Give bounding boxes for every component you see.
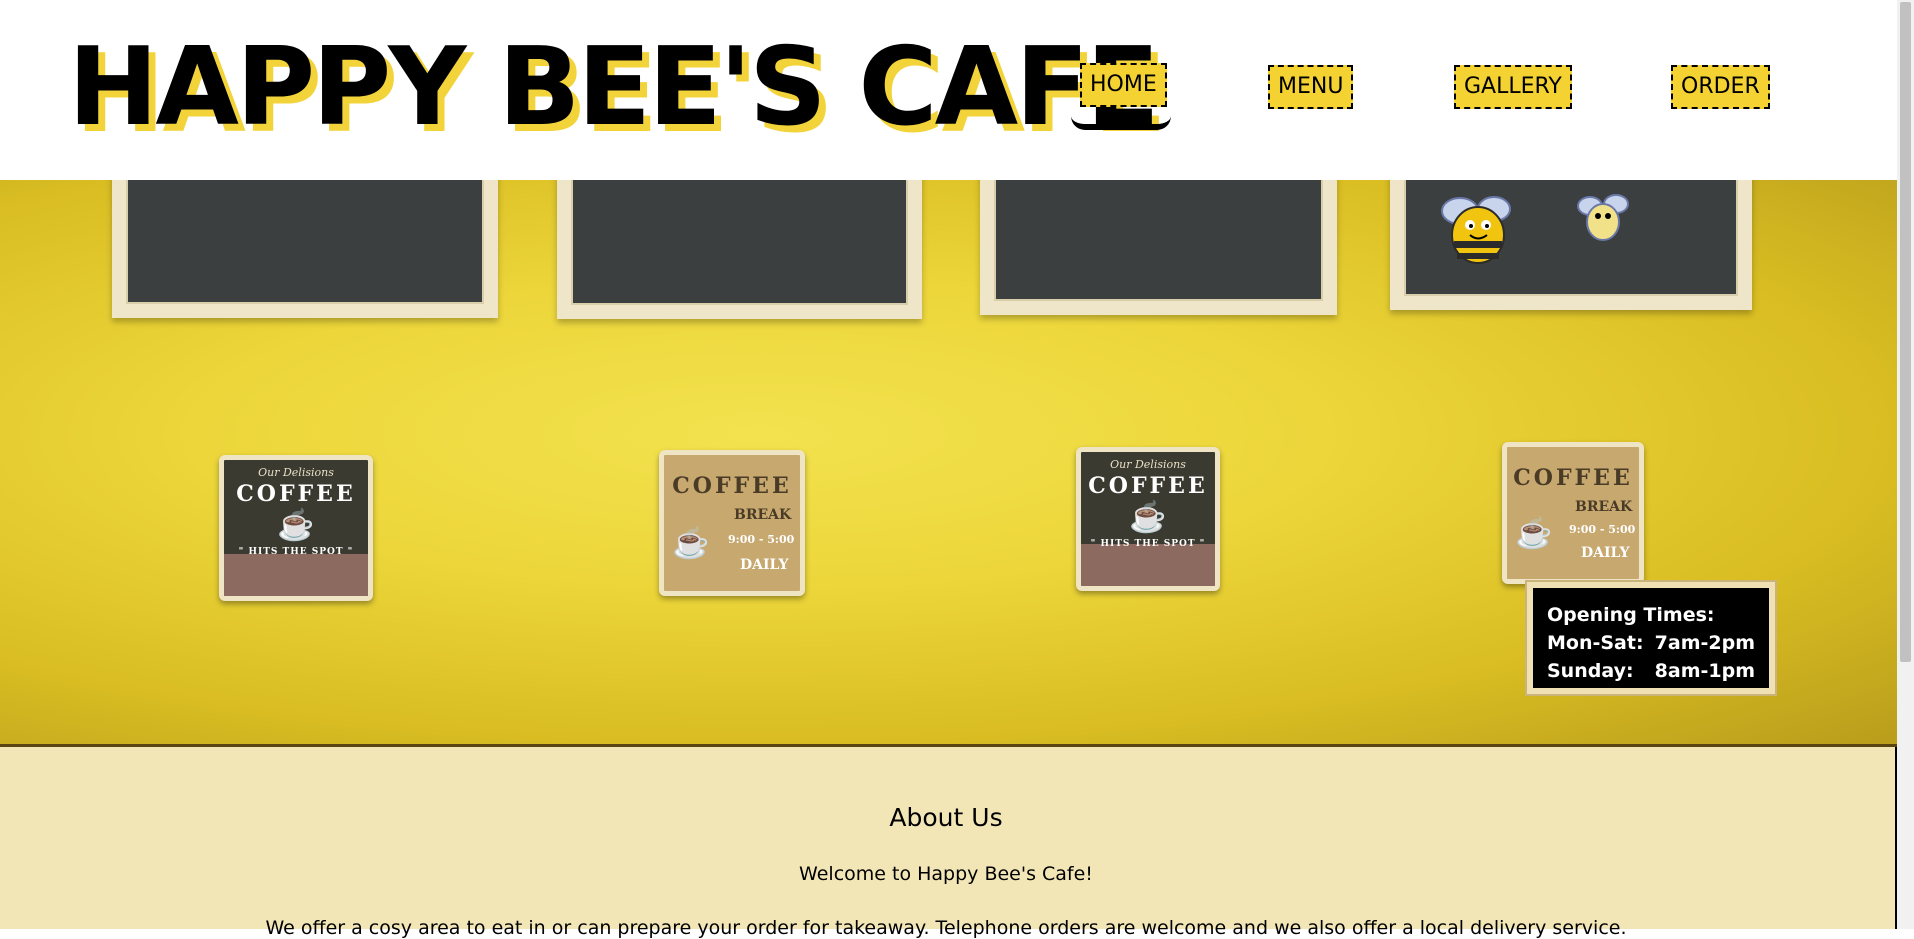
opening-times-row: Mon-Sat: 7am-2pm xyxy=(1547,630,1755,656)
nav-menu[interactable]: MENU xyxy=(1268,65,1354,109)
opening-hours: 7am-2pm xyxy=(1654,632,1755,654)
bee-sticker-icon xyxy=(1441,196,1511,264)
sign-top-text: Our Delisions xyxy=(258,466,334,479)
about-welcome: Welcome to Happy Bee's Cafe! xyxy=(799,863,1093,885)
opening-times-box: Opening Times: Mon-Sat: 7am-2pm Sunday: … xyxy=(1527,582,1775,694)
coffee-cup-icon: ☕ xyxy=(1515,516,1553,551)
sign-footer: " HITS THE SPOT " xyxy=(238,547,354,557)
sign-line: DAILY xyxy=(1581,545,1630,561)
coffee-cup-icon: ☕ xyxy=(672,526,710,561)
coffee-cup-icon: ☕ xyxy=(277,508,315,543)
about-description: We offer a cosy area to eat in or can pr… xyxy=(265,917,1627,939)
sign-line: DAILY xyxy=(740,557,789,573)
sign-line: BREAK xyxy=(734,507,792,523)
sign-bottom-band xyxy=(224,554,368,596)
chalkboard xyxy=(980,180,1337,315)
opening-days: Mon-Sat: xyxy=(1547,632,1644,654)
opening-hours: 8am-1pm xyxy=(1654,660,1755,682)
nav-home[interactable]: HOME xyxy=(1080,63,1167,107)
coffee-break-sign: COFFEE BREAK ☕ 9:00 - 5:00 DAILY xyxy=(659,450,805,596)
about-heading: About Us xyxy=(889,803,1003,832)
site-logo[interactable]: HAPPY BEE'S CAFE xyxy=(68,28,1160,148)
sign-top-text: Our Delisions xyxy=(1110,458,1186,471)
nav-gallery[interactable]: GALLERY xyxy=(1454,65,1572,109)
sign-line: BREAK xyxy=(1575,499,1633,515)
sign-footer: " HITS THE SPOT " xyxy=(1090,539,1206,549)
sign-hours: 9:00 - 5:00 xyxy=(728,533,795,546)
sign-title: COFFEE xyxy=(672,473,792,499)
opening-times-row: Sunday: 8am-1pm xyxy=(1547,658,1755,684)
opening-times-heading: Opening Times: xyxy=(1547,604,1715,626)
sign-title: COFFEE xyxy=(236,481,356,507)
coffee-cup-icon: ☕ xyxy=(1129,500,1167,535)
about-section: About Us Welcome to Happy Bee's Cafe! We… xyxy=(0,747,1897,939)
nav-order[interactable]: ORDER xyxy=(1671,65,1770,109)
chalkboard xyxy=(557,180,922,319)
coffee-sign: Our Delisions COFFEE ☕ " HITS THE SPOT " xyxy=(219,455,373,601)
bee-sticker-small-icon xyxy=(1577,194,1629,241)
page-scrollbar[interactable] xyxy=(1897,0,1914,929)
site-header: HAPPY BEE'S CAFE HOME MENU GALLERY ORDER xyxy=(0,0,1897,180)
opening-days: Sunday: xyxy=(1547,660,1634,682)
coffee-sign: Our Delisions COFFEE ☕ " HITS THE SPOT " xyxy=(1076,447,1220,591)
chalkboard xyxy=(112,180,498,318)
sign-title: COFFEE xyxy=(1088,473,1208,499)
nav-active-indicator xyxy=(1071,112,1171,130)
sign-bottom-band xyxy=(1081,544,1215,586)
sign-hours: 9:00 - 5:00 xyxy=(1569,523,1636,536)
sign-title: COFFEE xyxy=(1513,465,1633,491)
coffee-break-sign: COFFEE BREAK ☕ 9:00 - 5:00 DAILY xyxy=(1502,442,1644,584)
scrollbar-thumb[interactable] xyxy=(1900,2,1911,662)
